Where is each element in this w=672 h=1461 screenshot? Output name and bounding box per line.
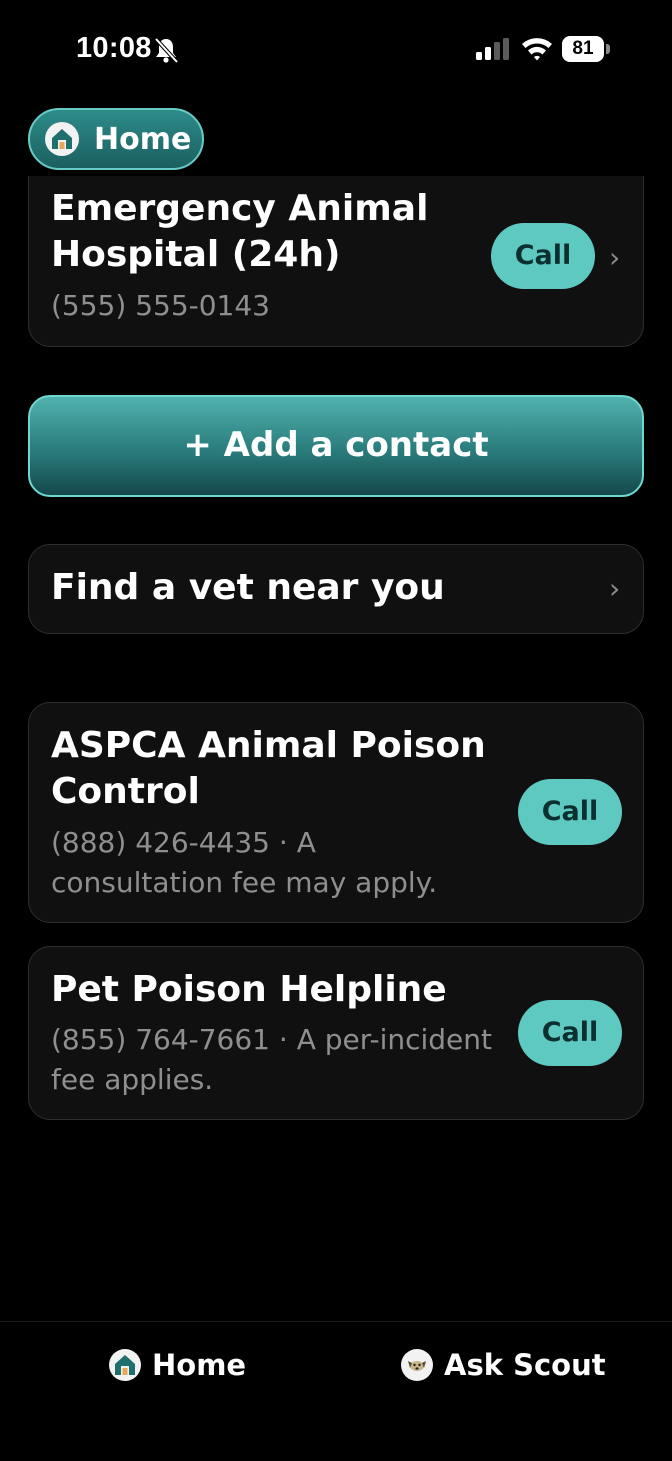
find-vet-row[interactable]: Find a vet near you ›: [28, 544, 644, 634]
contact-phone: (555) 555-0143: [51, 289, 270, 322]
contact-detail: (855) 764-7661 · A per-incident fee appl…: [51, 1023, 492, 1096]
contact-title: ASPCA Animal Poison Control: [51, 725, 486, 812]
chevron-right-icon: ›: [609, 572, 621, 605]
call-button[interactable]: Call: [518, 1000, 622, 1066]
wifi-icon: [522, 38, 552, 61]
battery-cap: [606, 44, 610, 54]
contact-detail: (888) 426-4435 · A consultation fee may …: [51, 826, 438, 899]
status-bar: 10:08 81: [0, 0, 672, 100]
dog-face-icon: [401, 1349, 433, 1381]
house-icon: [109, 1349, 141, 1381]
bell-slash-icon: [154, 37, 179, 64]
contact-title: Emergency Animal Hospital (24h): [51, 188, 429, 275]
home-button[interactable]: Home: [28, 108, 204, 170]
contact-card-emergency-hospital[interactable]: Emergency Animal Hospital (24h) (555) 55…: [28, 176, 644, 347]
house-icon: [45, 122, 79, 156]
find-vet-label: Find a vet near you: [51, 567, 445, 608]
contact-title: Pet Poison Helpline: [51, 969, 447, 1010]
contact-card-aspca[interactable]: ASPCA Animal Poison Control (888) 426-44…: [28, 702, 644, 923]
call-button[interactable]: Call: [491, 223, 595, 289]
nav-home-label: Home: [152, 1348, 247, 1382]
battery-indicator: 81: [562, 36, 604, 62]
add-contact-button[interactable]: + Add a contact: [28, 395, 644, 497]
nav-home[interactable]: Home: [108, 1348, 246, 1382]
nav-ask-scout-label: Ask Scout: [444, 1348, 606, 1382]
chevron-right-icon: ›: [609, 241, 621, 274]
cellular-signal-icon: [476, 38, 509, 60]
nav-ask-scout[interactable]: Ask Scout: [400, 1348, 606, 1382]
home-button-label: Home: [94, 121, 192, 157]
bottom-nav: Home Ask Scout: [0, 1321, 672, 1461]
contact-card-pet-poison-helpline[interactable]: Pet Poison Helpline (855) 764-7661 · A p…: [28, 946, 644, 1120]
status-time: 10:08: [76, 32, 152, 64]
call-button[interactable]: Call: [518, 779, 622, 845]
